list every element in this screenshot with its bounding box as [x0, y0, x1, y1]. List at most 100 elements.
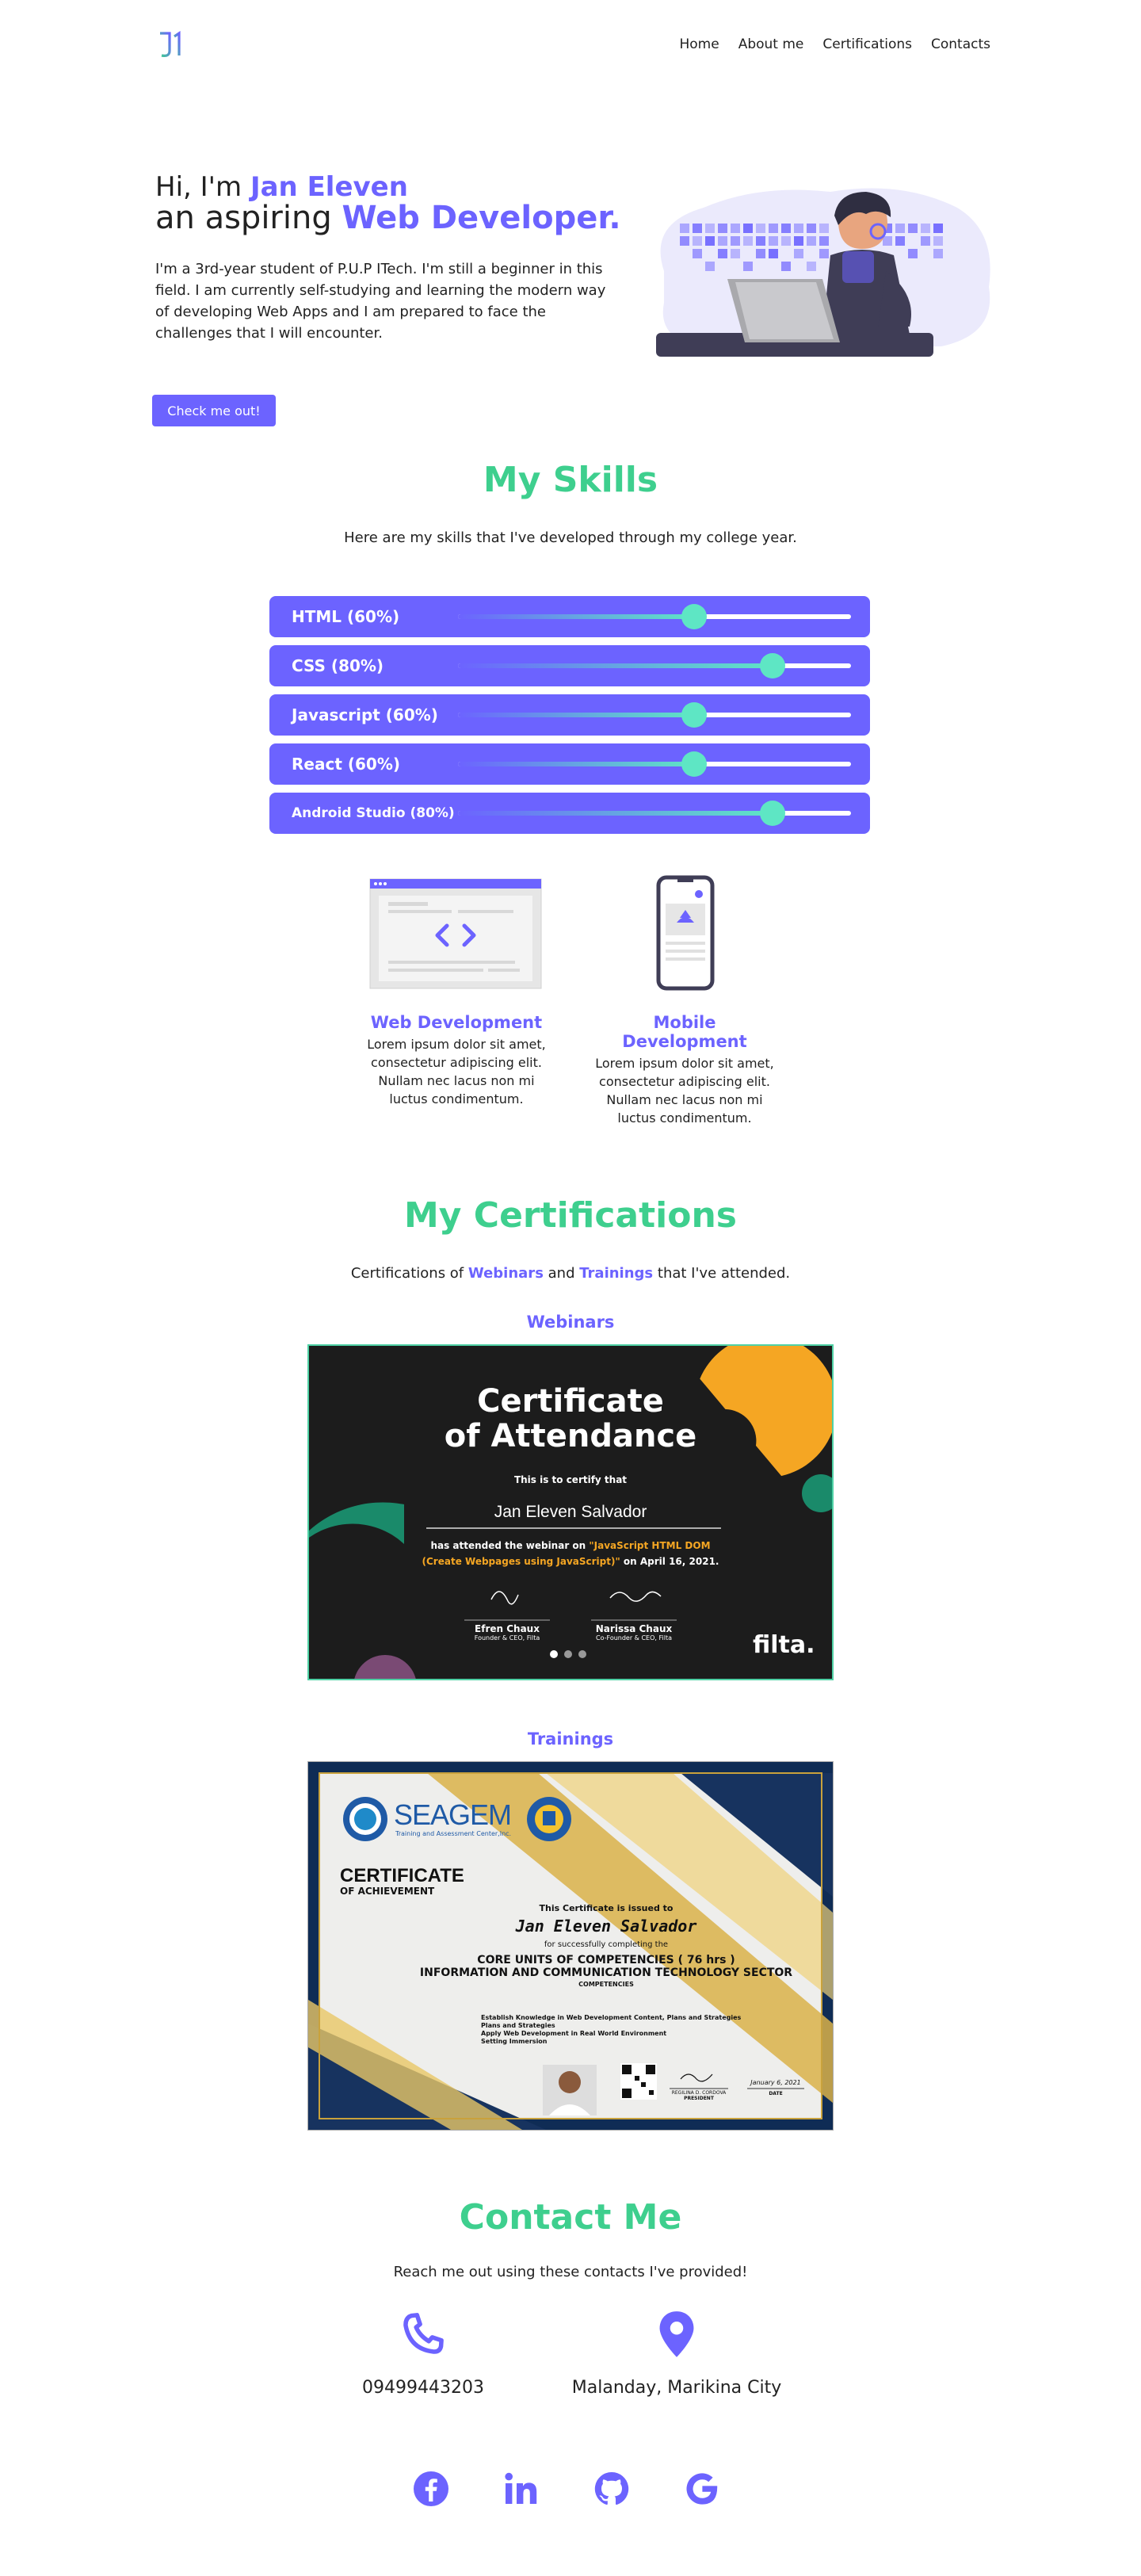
- skill-label: Android Studio (80%): [292, 805, 455, 821]
- contact-subtitle: Reach me out using these contacts I've p…: [393, 2264, 748, 2280]
- filta-logo: filta.: [753, 1631, 815, 1659]
- hero-role: an aspiring Web Developer.: [155, 200, 621, 236]
- skill-track: [458, 751, 851, 777]
- competencies-list: Establish Knowledge in Web Development C…: [481, 2014, 741, 2046]
- recipient-name: Jan Eleven Salvador: [494, 1503, 647, 1521]
- competency-item: Establish Knowledge in Web Development C…: [481, 2014, 742, 2021]
- skill-label: Javascript (60%): [292, 705, 438, 724]
- skill-slider-knob[interactable]: [681, 702, 707, 728]
- service-web: Web Development Lorem ipsum dolor sit am…: [361, 1013, 551, 1108]
- nav-contacts[interactable]: Contacts: [931, 36, 990, 52]
- certificate-title-line1: Certificate: [477, 1383, 664, 1420]
- skill-bar: CSS (80%): [269, 645, 870, 686]
- location-text: Malanday, Marikina City: [571, 2378, 782, 2398]
- skill-track: [458, 604, 851, 629]
- competency-item: Plans and Strategies: [481, 2022, 555, 2029]
- subtitle-prefix: Certifications of: [350, 1265, 464, 1282]
- subtitle-and: and: [548, 1265, 575, 1282]
- course-line2: INFORMATION AND COMMUNICATION TECHNOLOGY…: [419, 1966, 793, 1979]
- attended-prefix: has attended the webinar on: [430, 1540, 586, 1551]
- org-subtitle: Training and Assessment Center,Inc.: [395, 1830, 512, 1837]
- skill-track: [458, 702, 851, 728]
- skill-slider-knob[interactable]: [681, 751, 707, 777]
- skill-bar: Javascript (60%): [269, 694, 870, 736]
- certificate-title-line2: of Attendance: [444, 1418, 697, 1454]
- linkedin-icon[interactable]: [502, 2470, 540, 2508]
- contact-title: Contact Me: [459, 2197, 682, 2238]
- nav-home[interactable]: Home: [680, 36, 719, 52]
- signer-name: REGILINA D. CORDOVA: [671, 2090, 727, 2096]
- service-description: Lorem ipsum dolor sit amet, consectetur …: [595, 1056, 774, 1126]
- skill-bar: HTML (60%): [269, 596, 870, 637]
- issued-text: This Certificate is issued to: [539, 1903, 674, 1913]
- signer-name: Efren Chaux: [475, 1623, 540, 1634]
- phone-number: 09499443203: [362, 2378, 484, 2398]
- skill-slider-knob[interactable]: [681, 604, 707, 629]
- skill-fill: [458, 811, 773, 816]
- mobile-development-icon: [656, 875, 715, 991]
- webinar-date: on April 16, 2021.: [623, 1556, 719, 1567]
- training-date: January 6, 2021 DATE: [742, 2079, 809, 2096]
- skill-label: CSS (80%): [292, 656, 384, 675]
- training-signer: REGILINA D. CORDOVA PRESIDENT: [662, 2090, 736, 2101]
- social-links: [412, 2470, 721, 2508]
- carousel-dot[interactable]: [578, 1650, 586, 1658]
- skill-track: [458, 801, 851, 826]
- skill-label: HTML (60%): [292, 607, 400, 626]
- training-recipient: Jan Eleven Salvador: [515, 1917, 697, 1936]
- check-me-out-button[interactable]: Check me out!: [152, 395, 276, 426]
- webinar-certificate-carousel[interactable]: Certificate of Attendance This is to cer…: [307, 1344, 834, 1680]
- skill-bar: React (60%): [269, 743, 870, 785]
- certifications-title: My Certifications: [404, 1195, 737, 1236]
- site-logo[interactable]: [155, 29, 187, 60]
- service-mobile: Mobile Development Lorem ipsum dolor sit…: [590, 1013, 780, 1127]
- location-pin-icon: [659, 2311, 694, 2357]
- signer-1: Efren Chaux Founder & CEO, Filta: [464, 1623, 550, 1642]
- nav-about[interactable]: About me: [738, 36, 804, 52]
- subtitle-suffix: that I've attended.: [657, 1265, 791, 1282]
- competency-item: Apply Web Development in Real World Envi…: [481, 2030, 667, 2037]
- role-title: Web Developer.: [342, 200, 621, 236]
- signer-2: Narissa Chaux Co-Founder & CEO, Filta: [591, 1623, 677, 1642]
- training-certificate[interactable]: SEAGEM Training and Assessment Center,In…: [307, 1761, 834, 2131]
- signer-role: Founder & CEO, Filta: [474, 1634, 540, 1642]
- carousel-dot[interactable]: [564, 1650, 572, 1658]
- certifications-subtitle: Certifications of Webinars and Trainings…: [0, 1265, 1141, 1282]
- skill-fill: [458, 713, 694, 717]
- date-label: DATE: [769, 2091, 783, 2096]
- greeting-prefix: Hi, I'm: [155, 171, 242, 203]
- skill-slider-knob[interactable]: [759, 653, 785, 678]
- hero-name: Jan Eleven: [250, 171, 408, 203]
- nav-certifications[interactable]: Certifications: [822, 36, 912, 52]
- signer-role: Co-Founder & CEO, Filta: [595, 1634, 672, 1642]
- seagem-logo: SEAGEM: [394, 1798, 512, 1831]
- competency-item: Setting Immersion: [481, 2038, 548, 2045]
- service-description: Lorem ipsum dolor sit amet, consectetur …: [367, 1037, 546, 1106]
- contact-location[interactable]: Malanday, Marikina City: [542, 2308, 811, 2398]
- skill-track: [458, 653, 851, 678]
- skills-title: My Skills: [483, 460, 658, 500]
- service-title: Web Development: [370, 1013, 543, 1032]
- date-value: January 6, 2021: [750, 2079, 801, 2086]
- carousel-dot[interactable]: [550, 1650, 558, 1658]
- skill-fill: [458, 663, 773, 668]
- course-line1: CORE UNITS OF COMPETENCIES ( 76 hrs ): [477, 1954, 735, 1966]
- web-development-icon: [369, 878, 542, 989]
- google-icon[interactable]: [683, 2470, 721, 2508]
- competencies-label: COMPETENCIES: [578, 1981, 634, 1988]
- skill-bar: Android Studio (80%): [269, 793, 870, 834]
- webinar-topic: has attended the webinar on "JavaScript …: [309, 1538, 832, 1569]
- signer-name: Narissa Chaux: [595, 1623, 673, 1634]
- skill-fill: [458, 762, 694, 766]
- contact-phone[interactable]: 09499443203: [288, 2308, 558, 2398]
- certify-text: This is to certify that: [513, 1474, 628, 1485]
- webinars-heading: Webinars: [526, 1313, 615, 1332]
- completing-text: for successfully completing the: [544, 1940, 669, 1949]
- phone-icon: [403, 2313, 444, 2354]
- facebook-icon[interactable]: [412, 2470, 450, 2508]
- skill-fill: [458, 614, 694, 619]
- github-icon[interactable]: [593, 2470, 631, 2508]
- skill-slider-knob[interactable]: [759, 801, 785, 826]
- certificate-heading: CERTIFICATE: [340, 1865, 464, 1886]
- carousel-dots: [550, 1650, 586, 1658]
